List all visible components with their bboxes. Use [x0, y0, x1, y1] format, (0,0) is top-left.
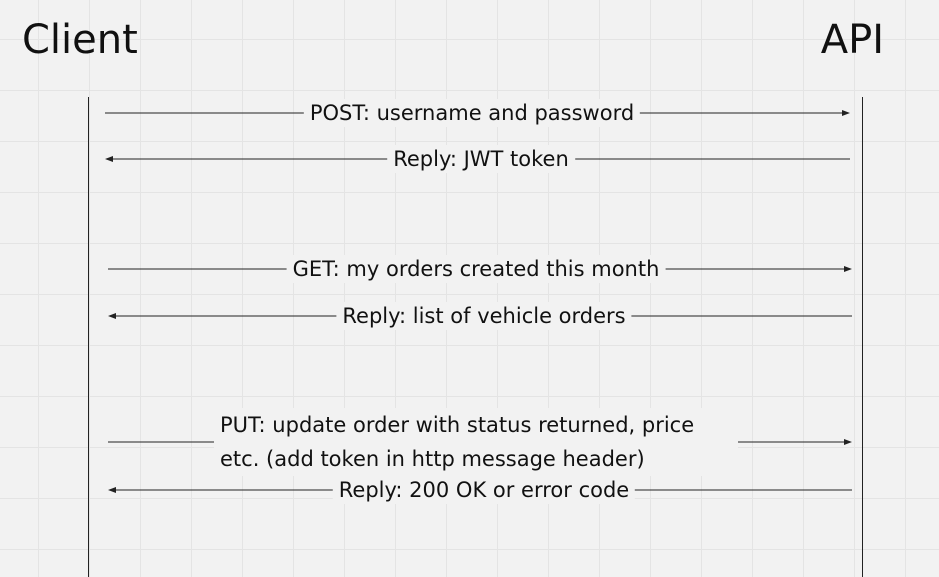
- message-reply-status: Reply: 200 OK or error code: [108, 475, 852, 505]
- message-label: POST: username and password: [303, 99, 641, 127]
- message-label: Reply: list of vehicle orders: [336, 302, 632, 330]
- message-reply-jwt: Reply: JWT token: [105, 144, 850, 174]
- actor-client: Client: [22, 17, 138, 63]
- message-post-credentials: POST: username and password: [105, 98, 850, 128]
- message-get-orders: GET: my orders created this month: [108, 254, 852, 284]
- actor-api: API: [820, 17, 884, 63]
- lifeline-api: [862, 97, 863, 577]
- lifeline-client: [88, 97, 89, 577]
- message-label: GET: my orders created this month: [286, 255, 666, 283]
- message-label: PUT: update order with status returned, …: [214, 408, 738, 476]
- message-put-update-order: PUT: update order with status returned, …: [108, 406, 852, 478]
- message-label: Reply: 200 OK or error code: [332, 476, 636, 504]
- message-reply-orders: Reply: list of vehicle orders: [108, 301, 852, 331]
- message-label: Reply: JWT token: [387, 145, 575, 173]
